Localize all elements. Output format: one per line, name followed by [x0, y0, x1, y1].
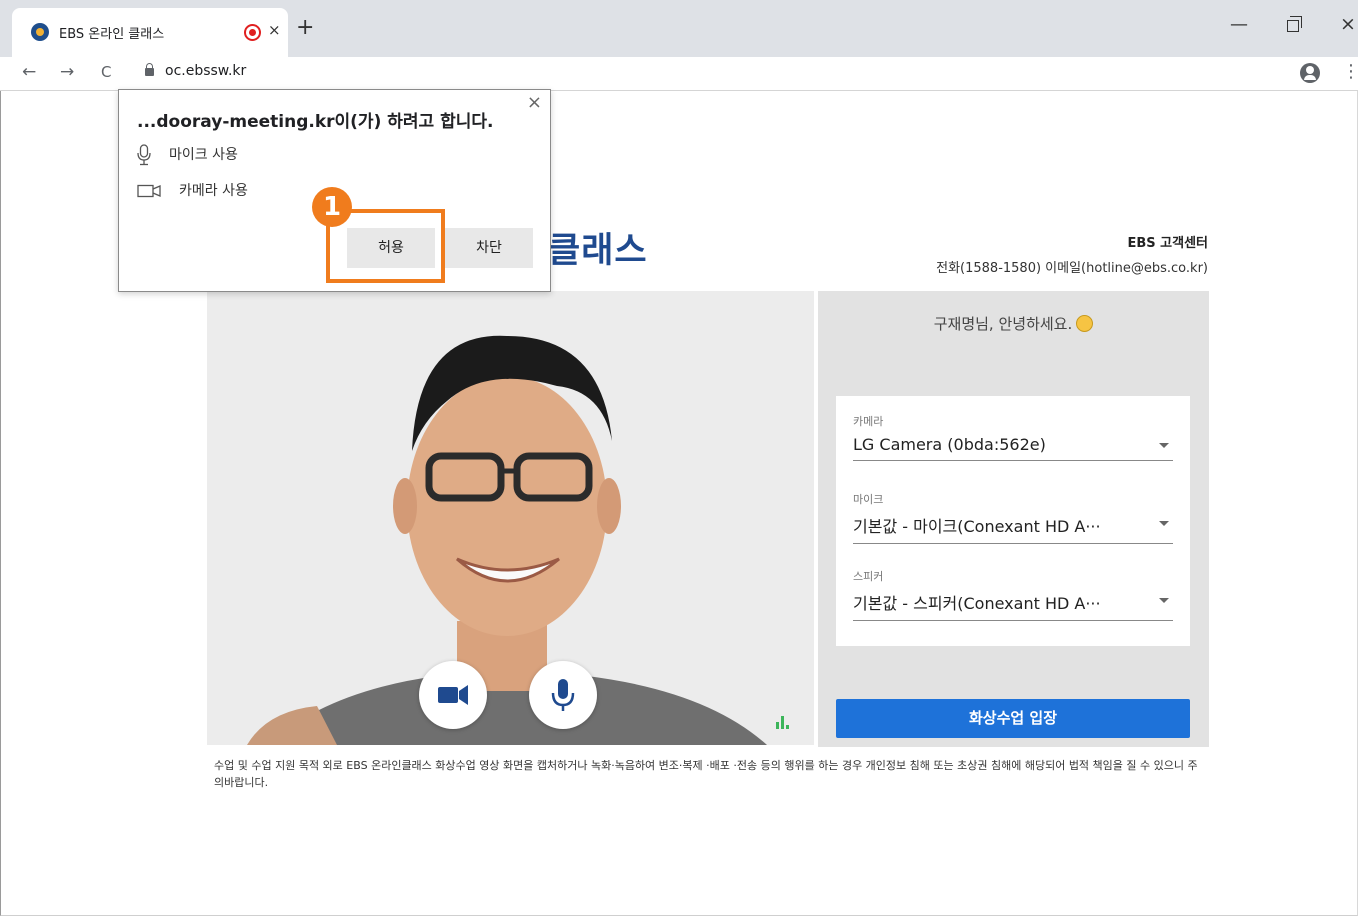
camera-select[interactable]: 카메라 LG Camera (0bda:562e)	[853, 413, 1173, 461]
camera-select-label: 카메라	[853, 415, 884, 428]
browser-toolbar: ← → C oc.ebssw.kr ⋮	[0, 57, 1358, 91]
menu-button[interactable]: ⋮	[1342, 61, 1358, 82]
lock-icon[interactable]	[145, 63, 154, 76]
microphone-icon	[137, 144, 151, 166]
video-camera-icon	[438, 685, 468, 705]
brand-title: 클래스	[548, 231, 648, 271]
restore-button[interactable]	[1287, 16, 1302, 32]
microphone-select[interactable]: 마이크 기본값 - 마이크(Conexant HD A···	[853, 491, 1173, 544]
chevron-down-icon	[1159, 598, 1169, 603]
greeting: 구재명님, 안녕하세요.	[818, 313, 1209, 334]
device-settings-panel: 구재명님, 안녕하세요. 카메라 LG Camera (0bda:562e) 마…	[818, 291, 1209, 747]
camera-icon	[137, 184, 161, 198]
address-bar[interactable]: oc.ebssw.kr	[165, 63, 246, 79]
device-select-card: 카메라 LG Camera (0bda:562e) 마이크 기본값 - 마이크(…	[836, 396, 1190, 646]
speaker-select[interactable]: 스피커 기본값 - 스피커(Conexant HD A···	[853, 568, 1173, 621]
audio-level-icon	[776, 716, 789, 729]
profile-icon[interactable]	[1300, 63, 1320, 83]
user-video-feed	[207, 291, 814, 745]
block-button[interactable]: 차단	[445, 228, 533, 268]
step-number-badge: 1	[312, 187, 352, 227]
greeting-text: 구재명님, 안녕하세요.	[933, 315, 1073, 333]
close-window-button[interactable]: ×	[1340, 13, 1356, 35]
recording-icon	[244, 24, 261, 41]
microphone-select-text: 기본값 - 마이크(Conexant HD A···	[853, 517, 1101, 536]
microphone-select-label: 마이크	[853, 493, 884, 506]
forward-button[interactable]: →	[60, 62, 74, 82]
enter-video-class-button[interactable]: 화상수업 입장	[836, 699, 1190, 738]
tab-close-icon[interactable]: ×	[268, 21, 281, 39]
new-tab-button[interactable]: +	[296, 17, 314, 39]
customer-center-contact: 전화(1588-1580) 이메일(hotline@ebs.co.kr)	[936, 261, 1208, 276]
speaker-select-label: 스피커	[853, 570, 884, 583]
chevron-down-icon	[1159, 521, 1169, 526]
ebs-favicon-icon	[31, 23, 49, 41]
microphone-icon	[551, 679, 575, 711]
speaker-select-value[interactable]: 기본값 - 스피커(Conexant HD A···	[853, 590, 1173, 621]
legal-notice: 수업 및 수업 지원 목적 외로 EBS 온라인클래스 화상수업 영상 화면을 …	[214, 759, 1198, 789]
camera-toggle-button[interactable]	[419, 661, 487, 729]
customer-center-title: EBS 고객센터	[1127, 236, 1208, 251]
permission-camera-label: 카메라 사용	[179, 183, 248, 199]
popup-title: ...dooray-meeting.kr이(가) 하려고 합니다.	[137, 112, 494, 132]
camera-select-text: LG Camera (0bda:562e)	[853, 435, 1046, 454]
minimize-button[interactable]: —	[1230, 14, 1248, 35]
chevron-down-icon	[1159, 443, 1169, 448]
permission-camera: 카메라 사용	[137, 180, 248, 200]
popup-close-icon[interactable]: ×	[527, 92, 542, 113]
tab-ebs-online-class[interactable]: EBS 온라인 클래스 ×	[12, 8, 288, 57]
smile-emoji-icon	[1076, 315, 1094, 332]
microphone-select-value[interactable]: 기본값 - 마이크(Conexant HD A···	[853, 513, 1173, 544]
camera-select-value[interactable]: LG Camera (0bda:562e)	[853, 435, 1173, 461]
camera-preview	[207, 291, 814, 745]
reload-button[interactable]: C	[101, 63, 111, 81]
permission-microphone-label: 마이크 사용	[169, 147, 238, 163]
permission-microphone: 마이크 사용	[137, 144, 238, 166]
speaker-select-text: 기본값 - 스피커(Conexant HD A···	[853, 594, 1101, 613]
customer-center: EBS 고객센터 전화(1588-1580) 이메일(hotline@ebs.c…	[936, 232, 1208, 276]
back-button[interactable]: ←	[22, 62, 36, 82]
tab-title: EBS 온라인 클래스	[59, 27, 165, 42]
microphone-toggle-button[interactable]	[529, 661, 597, 729]
tab-bar: EBS 온라인 클래스 × + — ×	[0, 0, 1358, 57]
